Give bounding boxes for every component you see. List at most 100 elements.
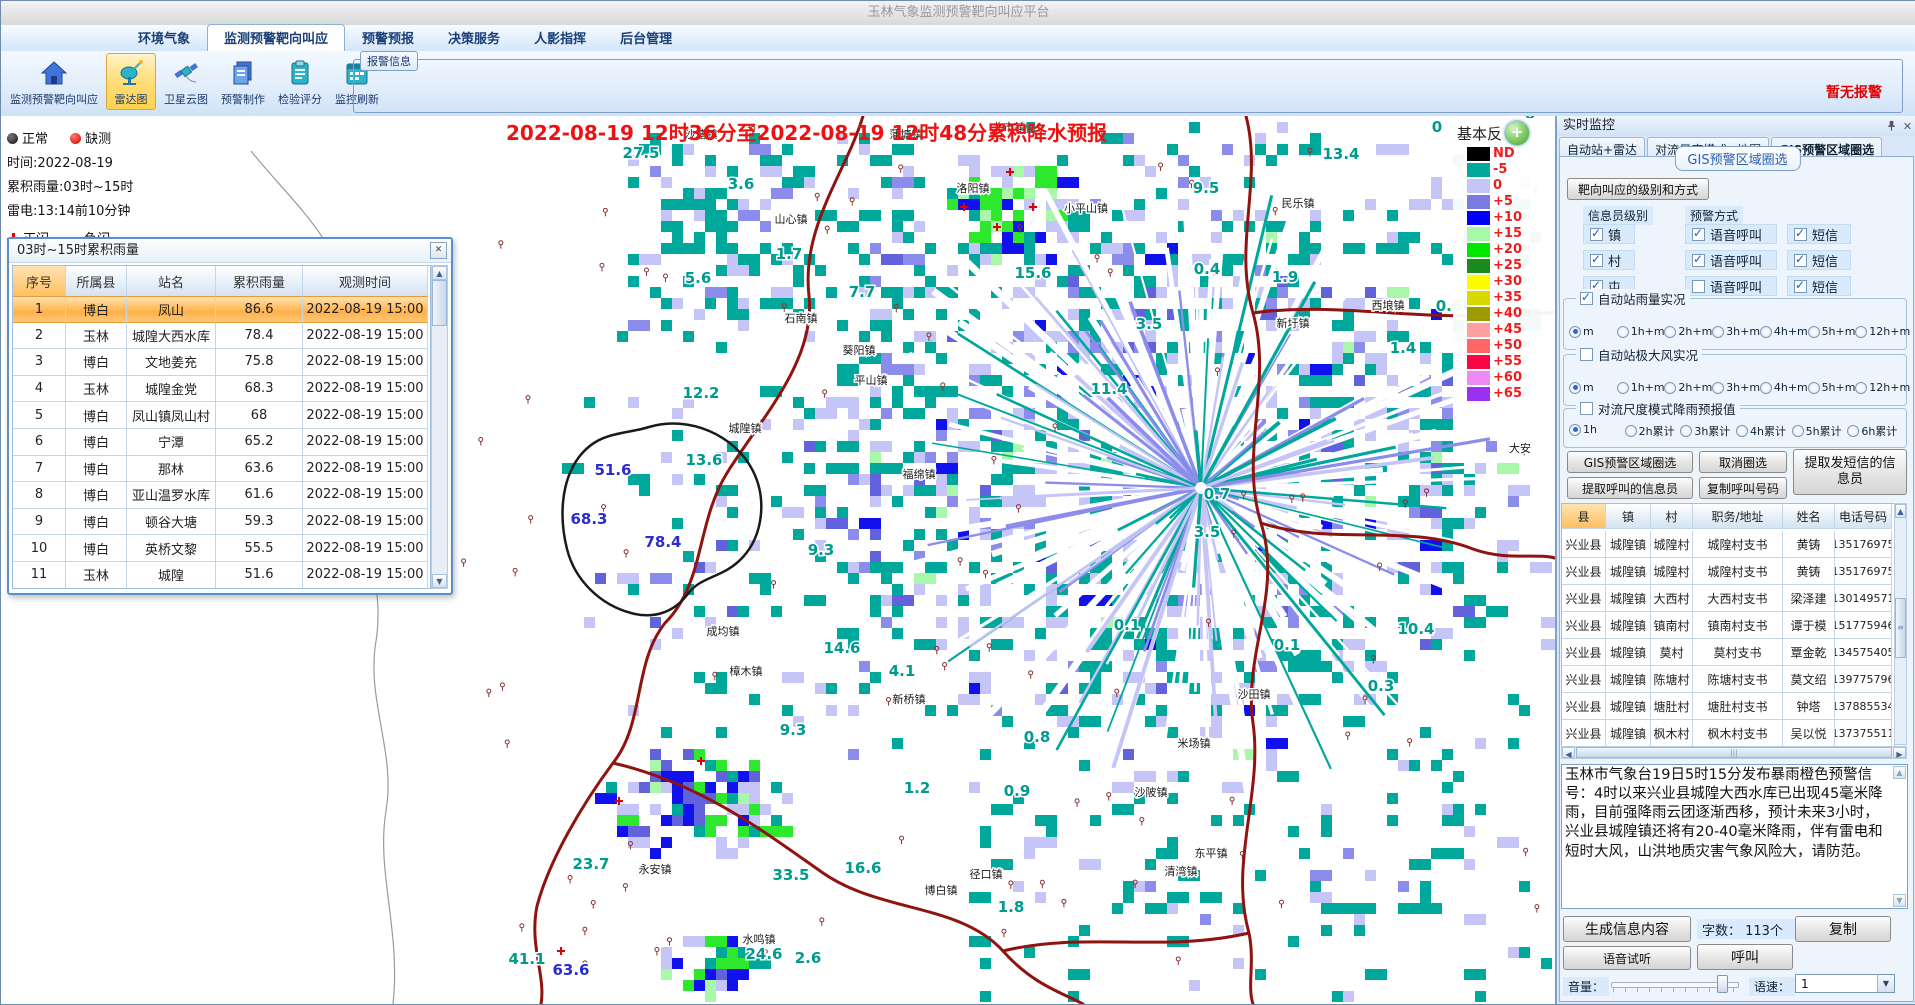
checkbox[interactable]	[1692, 280, 1705, 293]
column-header[interactable]: 村	[1651, 504, 1693, 529]
voice-call-checkbox-0[interactable]: 语音呼叫	[1685, 224, 1777, 244]
column-header[interactable]: 所属县	[66, 266, 127, 297]
radio[interactable]	[1760, 382, 1772, 394]
table-row[interactable]: 7博白那林63.62022-08-19 15:00	[13, 456, 430, 483]
level-checkbox-镇[interactable]: 镇	[1583, 224, 1635, 244]
contact-table-hscrollbar[interactable]: ◀ ||| ▶	[1561, 746, 1907, 759]
sms-checkbox-0[interactable]: 短信	[1787, 224, 1851, 244]
table-row[interactable]: 9博白顿谷大塘59.32022-08-19 15:00	[13, 509, 430, 536]
radio[interactable]	[1792, 425, 1804, 437]
rain-table-window[interactable]: 03时~15时累积雨量 ✕ 序号所属县站名累积雨量观测时间1博白凤山86.620…	[7, 237, 453, 595]
cancel-select-button[interactable]: 取消圈选	[1699, 451, 1787, 473]
radio-option[interactable]: 5h+m	[1808, 325, 1856, 338]
scroll-up-icon[interactable]: ▲	[432, 266, 447, 280]
radio-option[interactable]: 5h累计	[1792, 423, 1842, 439]
toolbar-item-3[interactable]: 预警制作	[216, 53, 270, 110]
radio[interactable]	[1664, 326, 1676, 338]
checkbox[interactable]	[1590, 228, 1603, 241]
table-row[interactable]: 5博白凤山镇凤山村682022-08-19 15:00	[13, 402, 430, 429]
table-row[interactable]: 10博白英桥文黎55.52022-08-19 15:00	[13, 535, 430, 562]
scroll-right-icon[interactable]: ▶	[1893, 747, 1906, 758]
menu-tab-5[interactable]: 后台管理	[603, 24, 689, 51]
column-header[interactable]: 累积雨量	[216, 266, 303, 297]
toolbar-item-2[interactable]: 卫星云图	[159, 53, 213, 110]
radio-option[interactable]: m	[1569, 325, 1594, 338]
speed-select[interactable]: 1 ▼	[1795, 974, 1895, 993]
checkbox[interactable]	[1794, 280, 1807, 293]
copy-numbers-button[interactable]: 复制呼叫号码	[1699, 477, 1787, 499]
column-header[interactable]: 观测时间	[303, 266, 428, 297]
menu-tab-2[interactable]: 预警预报	[345, 24, 431, 51]
radio-option[interactable]: 2h累计	[1625, 423, 1675, 439]
contact-row[interactable]: 兴业县城隍镇枫木村枫木村支书吴以悦137375511	[1562, 720, 1894, 747]
table-row[interactable]: 2玉林城隍大西水库78.42022-08-19 15:00	[13, 323, 430, 350]
contact-row[interactable]: 兴业县城隍镇城隍村城隍村支书黄铸135176975	[1562, 558, 1894, 585]
scroll-left-icon[interactable]: ◀	[1562, 747, 1575, 758]
contact-row[interactable]: 兴业县城隍镇陈塘村陈塘村支书莫文绍139775796	[1562, 666, 1894, 693]
radio[interactable]	[1855, 382, 1867, 394]
group-checkbox[interactable]	[1580, 292, 1593, 305]
contact-row[interactable]: 兴业县城隍镇莫村莫村支书覃金乾134575405	[1562, 639, 1894, 666]
checkbox[interactable]	[1692, 254, 1705, 267]
radio[interactable]	[1569, 424, 1581, 436]
sms-checkbox-1[interactable]: 短信	[1787, 250, 1851, 270]
radio[interactable]	[1712, 382, 1724, 394]
menu-tab-1[interactable]: 监测预警靶向叫应	[207, 24, 345, 51]
radio-option[interactable]: 4h累计	[1736, 423, 1786, 439]
extract-call-button[interactable]: 提取呼叫的信息员	[1567, 477, 1693, 499]
column-header[interactable]: 姓名	[1783, 504, 1835, 529]
contact-row[interactable]: 兴业县城隍镇大西村大西村支书梁泽建130149571	[1562, 585, 1894, 612]
scroll-down-icon[interactable]: ▼	[432, 574, 447, 588]
column-header[interactable]: 序号	[13, 266, 66, 297]
radio-option[interactable]: 1h	[1569, 423, 1597, 436]
radio-option[interactable]: 4h+m	[1760, 381, 1808, 394]
checkbox[interactable]	[1590, 254, 1603, 267]
scroll-thumb[interactable]: ≡	[1895, 598, 1906, 658]
radio[interactable]	[1736, 425, 1748, 437]
radio[interactable]	[1680, 425, 1692, 437]
contact-row[interactable]: 兴业县城隍镇镇南村镇南村支书谭于模151775946	[1562, 612, 1894, 639]
radio[interactable]	[1617, 382, 1629, 394]
group-checkbox[interactable]	[1580, 348, 1593, 361]
radio-option[interactable]: 12h+m	[1855, 325, 1910, 338]
radio-option[interactable]: 3h+m	[1712, 381, 1760, 394]
radio[interactable]	[1808, 382, 1820, 394]
column-header[interactable]: 电话号码	[1835, 504, 1892, 529]
radio-option[interactable]: 4h+m	[1760, 325, 1808, 338]
radio-option[interactable]: 12h+m	[1855, 381, 1910, 394]
scroll-thumb[interactable]: |||	[1576, 747, 1892, 758]
close-icon[interactable]: ✕	[1901, 120, 1914, 133]
table-row[interactable]: 8博白亚山温罗水库61.62022-08-19 15:00	[13, 482, 430, 509]
radio[interactable]	[1712, 326, 1724, 338]
radio[interactable]	[1808, 326, 1820, 338]
toolbar-item-1[interactable]: 雷达图	[106, 53, 156, 110]
radio[interactable]	[1664, 382, 1676, 394]
table-row[interactable]: 4玉林城隍金党68.32022-08-19 15:00	[13, 376, 430, 403]
radio-option[interactable]: 6h累计	[1847, 423, 1897, 439]
sms-checkbox-2[interactable]: 短信	[1787, 276, 1851, 296]
radio-option[interactable]: 1h+m	[1617, 381, 1665, 394]
voice-call-checkbox-1[interactable]: 语音呼叫	[1685, 250, 1777, 270]
radio[interactable]	[1569, 326, 1581, 338]
radio-option[interactable]: 2h+m	[1664, 325, 1712, 338]
menu-tab-3[interactable]: 决策服务	[431, 24, 517, 51]
legend-expand-button[interactable]: +	[1504, 120, 1530, 146]
pin-icon[interactable]	[1885, 120, 1898, 133]
toolbar-item-4[interactable]: 检验评分	[273, 53, 327, 110]
contact-row[interactable]: 兴业县城隍镇城隍村城隍村支书黄铸135176975	[1562, 531, 1894, 558]
checkbox[interactable]	[1794, 228, 1807, 241]
table-row[interactable]: 1博白凤山86.62022-08-19 15:00	[13, 296, 430, 323]
voice-call-checkbox-2[interactable]: 语音呼叫	[1685, 276, 1777, 296]
radio-option[interactable]: 3h累计	[1680, 423, 1730, 439]
menu-tab-0[interactable]: 环境气象	[121, 24, 207, 51]
radio-option[interactable]: 2h+m	[1664, 381, 1712, 394]
extract-sms-button[interactable]: 提取发短信的信息员	[1793, 449, 1907, 495]
scroll-down-icon[interactable]: ▼	[1893, 894, 1906, 907]
rain-window-titlebar[interactable]: 03时~15时累积雨量 ✕	[9, 239, 451, 263]
radio[interactable]	[1625, 425, 1637, 437]
volume-slider-thumb[interactable]	[1717, 975, 1728, 993]
call-button[interactable]: 呼叫	[1697, 944, 1793, 970]
generate-message-button[interactable]: 生成信息内容	[1563, 916, 1691, 942]
radio-option[interactable]: m	[1569, 381, 1594, 394]
voice-preview-button[interactable]: 语音试听	[1563, 946, 1691, 970]
